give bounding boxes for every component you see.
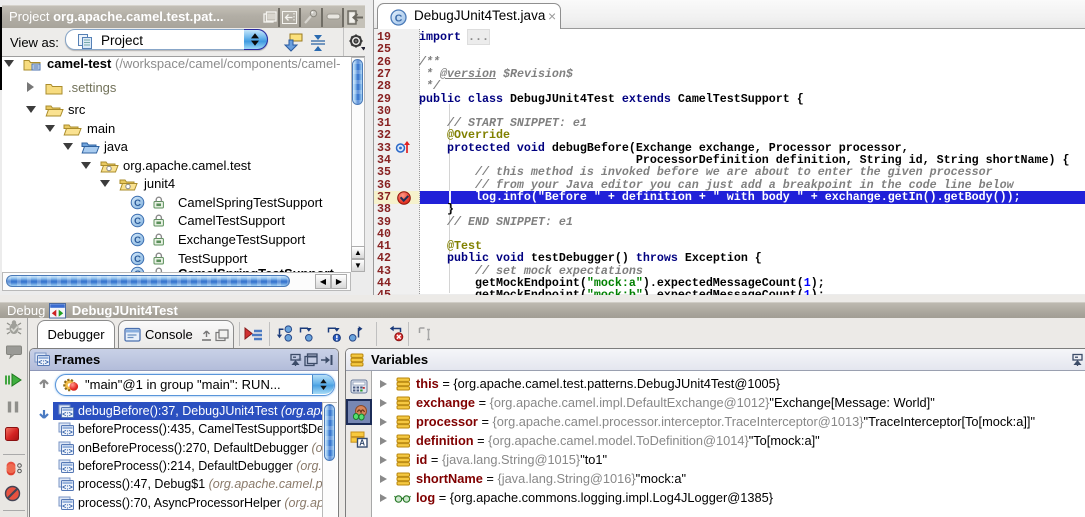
svg-text:C: C: [395, 13, 403, 25]
svg-text:C: C: [134, 198, 141, 209]
svg-text:<:>: <:>: [62, 412, 73, 419]
svg-text:C: C: [134, 216, 141, 227]
svg-text:<:>: <:>: [62, 448, 73, 455]
svg-text:A: A: [359, 439, 365, 448]
svg-text:<:>: <:>: [62, 503, 73, 510]
svg-text:<:>: <:>: [62, 485, 73, 492]
svg-text:C: C: [134, 235, 141, 246]
svg-text:<:>: <:>: [62, 430, 73, 437]
svg-text:<:>: <:>: [38, 360, 49, 367]
svg-text:<:>: <:>: [62, 467, 73, 474]
svg-text:C: C: [134, 254, 141, 265]
